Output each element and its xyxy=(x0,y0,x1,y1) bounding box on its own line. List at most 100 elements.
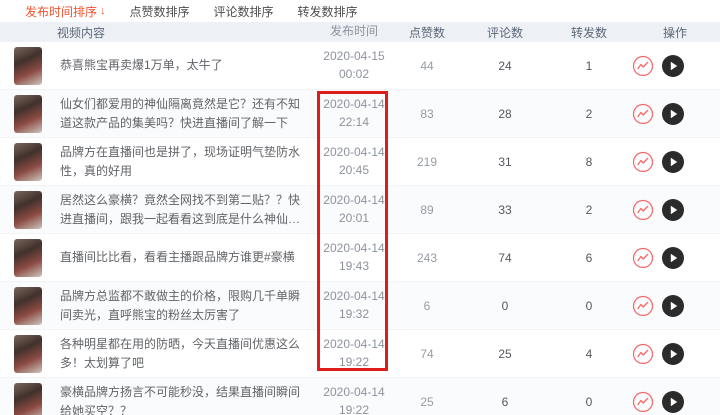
publish-clock: 00:02 xyxy=(338,66,370,81)
video-content-cell: 直播间比比看，看看主播跟品牌方谁更#豪横 xyxy=(0,238,316,277)
publish-date: 2020-04-14 xyxy=(323,385,385,400)
trend-chart-icon[interactable] xyxy=(632,247,654,269)
video-thumbnail[interactable] xyxy=(14,190,42,229)
actions-cell xyxy=(630,198,720,221)
publish-time-cell: 2020-04-14 19:43 xyxy=(316,240,392,275)
publish-time-cell: 2020-04-14 22:14 xyxy=(316,96,392,131)
trend-chart-icon[interactable] xyxy=(632,295,654,317)
publish-clock: 19:32 xyxy=(338,306,370,321)
table-header-row: 视频内容 发布时间 点赞数 评论数 转发数 操作 xyxy=(0,22,720,42)
tab-label: 转发数排序 xyxy=(297,4,358,19)
trend-chart-icon[interactable] xyxy=(632,199,654,221)
shares-count: 4 xyxy=(585,346,593,361)
video-title[interactable]: 各种明星都在用的防晒，今天直播间优惠这么多！太划算了吧 xyxy=(60,335,308,372)
table-row: 直播间比比看，看看主播跟品牌方谁更#豪横 2020-04-14 19:43 24… xyxy=(0,234,720,282)
video-content-cell: 豪横品牌方扬言不可能秒没，结果直播间瞬间给她买空？？ xyxy=(0,382,316,415)
video-thumbnail[interactable] xyxy=(14,46,42,85)
table-row: 品牌方总监都不敢做主的价格，限购几千单瞬间卖光，直呼熊宝的粉丝太厉害了 2020… xyxy=(0,282,720,330)
publish-date: 2020-04-14 xyxy=(323,241,385,256)
publish-clock: 19:43 xyxy=(338,258,370,273)
trend-chart-icon[interactable] xyxy=(632,343,654,365)
publish-time-cell: 2020-04-14 19:22 xyxy=(316,384,392,415)
play-button-icon[interactable] xyxy=(662,102,684,125)
actions-cell xyxy=(630,54,720,77)
header-shares: 转发数 xyxy=(570,25,607,40)
publish-time-cell: 2020-04-14 19:22 xyxy=(316,336,392,371)
video-title[interactable]: 品牌方在直播间也是拼了，现场证明气垫防水性，真的好用 xyxy=(60,143,308,180)
likes-count: 83 xyxy=(420,106,434,121)
comments-count: 25 xyxy=(498,346,512,361)
shares-count: 0 xyxy=(585,298,593,313)
comments-count: 74 xyxy=(498,250,512,265)
video-analytics-page: 发布时间排序 ↓ 点赞数排序 评论数排序 转发数排序 视频内容 发布时间 点赞数… xyxy=(0,0,720,415)
play-button-icon[interactable] xyxy=(662,54,684,77)
video-content-cell: 品牌方总监都不敢做主的价格，限购几千单瞬间卖光，直呼熊宝的粉丝太厉害了 xyxy=(0,286,316,325)
play-button-icon[interactable] xyxy=(662,390,684,413)
likes-count: 219 xyxy=(416,154,438,169)
play-button-icon[interactable] xyxy=(662,342,684,365)
video-title[interactable]: 恭喜熊宝再卖爆1万单，太牛了 xyxy=(60,56,223,75)
publish-time-cell: 2020-04-14 20:45 xyxy=(316,144,392,179)
header-comments: 评论数 xyxy=(486,25,523,40)
publish-date: 2020-04-14 xyxy=(323,289,385,304)
video-thumbnail[interactable] xyxy=(14,238,42,277)
video-content-cell: 居然这么豪横？竟然全网找不到第二贴？？快进直播间，跟我一起看看这到底是什么神仙产… xyxy=(0,190,316,229)
tab-label: 发布时间排序 xyxy=(25,4,98,19)
video-content-cell: 品牌方在直播间也是拼了，现场证明气垫防水性，真的好用 xyxy=(0,142,316,181)
video-content-cell: 恭喜熊宝再卖爆1万单，太牛了 xyxy=(0,46,316,85)
video-title[interactable]: 仙女们都爱用的神仙隔离竟然是它？还有不知道这款产品的集美吗？快进直播间了解一下 xyxy=(60,95,308,132)
sort-tab[interactable]: 发布时间排序 ↓ xyxy=(25,3,106,20)
trend-chart-icon[interactable] xyxy=(632,391,654,413)
header-actions: 操作 xyxy=(662,25,687,40)
publish-clock: 19:22 xyxy=(338,354,370,369)
video-thumbnail[interactable] xyxy=(14,382,42,415)
actions-cell xyxy=(630,390,720,413)
shares-count: 2 xyxy=(585,202,593,217)
sort-tab[interactable]: 评论数排序 xyxy=(214,3,274,20)
publish-date: 2020-04-14 xyxy=(323,97,385,112)
actions-cell xyxy=(630,246,720,269)
video-thumbnail[interactable] xyxy=(14,142,42,181)
likes-count: 74 xyxy=(420,346,434,361)
sort-tab[interactable]: 点赞数排序 xyxy=(130,3,190,20)
comments-count: 28 xyxy=(498,106,512,121)
publish-clock: 19:22 xyxy=(338,402,370,415)
video-thumbnail[interactable] xyxy=(14,94,42,133)
shares-count: 6 xyxy=(585,250,593,265)
likes-count: 44 xyxy=(420,58,434,73)
comments-count: 6 xyxy=(501,394,509,409)
video-content-cell: 仙女们都爱用的神仙隔离竟然是它？还有不知道这款产品的集美吗？快进直播间了解一下 xyxy=(0,94,316,133)
likes-count: 6 xyxy=(423,298,431,313)
comments-count: 31 xyxy=(498,154,512,169)
play-button-icon[interactable] xyxy=(662,150,684,173)
table-row: 各种明星都在用的防晒，今天直播间优惠这么多！太划算了吧 2020-04-14 1… xyxy=(0,330,720,378)
trend-chart-icon[interactable] xyxy=(632,55,654,77)
trend-chart-icon[interactable] xyxy=(632,151,654,173)
play-button-icon[interactable] xyxy=(662,198,684,221)
actions-cell xyxy=(630,102,720,125)
header-likes: 点赞数 xyxy=(408,25,445,40)
actions-cell xyxy=(630,342,720,365)
video-title[interactable]: 豪横品牌方扬言不可能秒没，结果直播间瞬间给她买空？？ xyxy=(60,383,308,415)
publish-clock: 20:01 xyxy=(338,210,370,225)
video-content-cell: 各种明星都在用的防晒，今天直播间优惠这么多！太划算了吧 xyxy=(0,334,316,373)
likes-count: 89 xyxy=(420,202,434,217)
video-thumbnail[interactable] xyxy=(14,334,42,373)
table-row: 恭喜熊宝再卖爆1万单，太牛了 2020-04-15 00:02 44 24 1 xyxy=(0,42,720,90)
publish-date: 2020-04-14 xyxy=(323,145,385,160)
video-title[interactable]: 品牌方总监都不敢做主的价格，限购几千单瞬间卖光，直呼熊宝的粉丝太厉害了 xyxy=(60,287,308,324)
play-button-icon[interactable] xyxy=(662,294,684,317)
publish-clock: 20:45 xyxy=(338,162,370,177)
publish-date: 2020-04-14 xyxy=(323,193,385,208)
tab-label: 评论数排序 xyxy=(213,4,274,19)
trend-chart-icon[interactable] xyxy=(632,103,654,125)
publish-clock: 22:14 xyxy=(338,114,370,129)
video-title[interactable]: 居然这么豪横？竟然全网找不到第二贴？？快进直播间，跟我一起看看这到底是什么神仙产… xyxy=(60,191,308,228)
play-button-icon[interactable] xyxy=(662,246,684,269)
video-thumbnail[interactable] xyxy=(14,286,42,325)
publish-time-cell: 2020-04-14 19:32 xyxy=(316,288,392,323)
video-title[interactable]: 直播间比比看，看看主播跟品牌方谁更#豪横 xyxy=(60,248,295,267)
shares-count: 8 xyxy=(585,154,593,169)
sort-tab[interactable]: 转发数排序 xyxy=(298,3,358,20)
shares-count: 2 xyxy=(585,106,593,121)
